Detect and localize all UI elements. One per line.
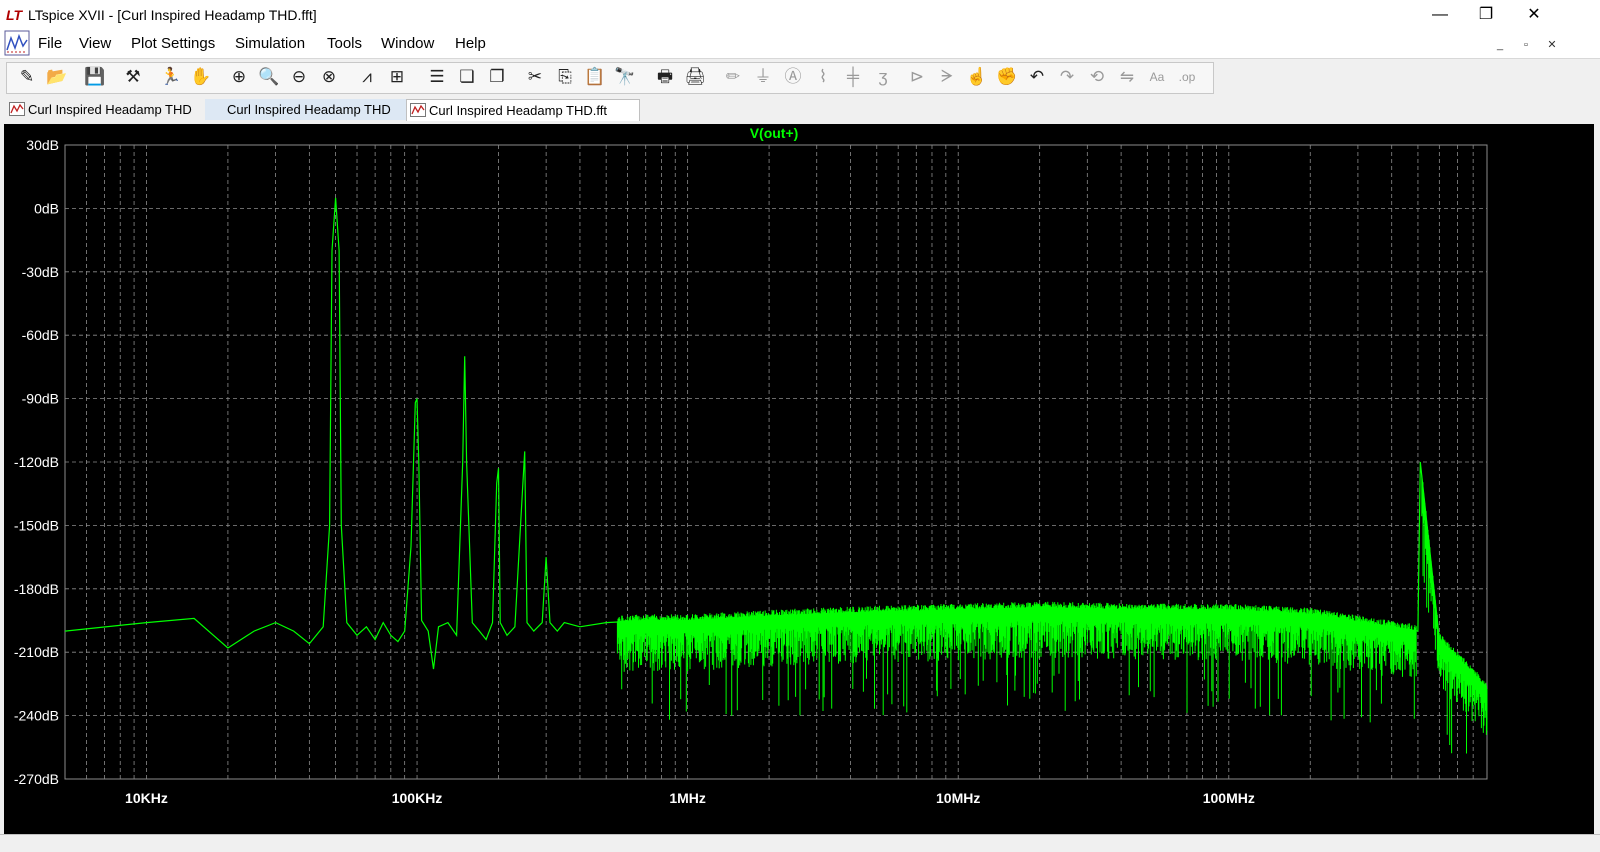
y-tick-label: -210dB [14, 644, 59, 660]
inductor-icon[interactable]: ʒ [870, 64, 896, 90]
zoom-in-icon[interactable]: ⊕ [226, 64, 252, 90]
trace-noise-floor [616, 475, 1488, 754]
y-tick-label: -270dB [14, 771, 59, 787]
menu-plot-settings[interactable]: Plot Settings [131, 35, 215, 52]
menu-simulation[interactable]: Simulation [235, 35, 305, 52]
tab-label: Curl Inspired Headamp THD [28, 102, 192, 117]
save-icon[interactable]: 💾 [82, 64, 108, 90]
menu-view[interactable]: View [79, 35, 111, 52]
zoom-cancel-icon[interactable]: ⊗ [316, 64, 342, 90]
x-tick-label: 100KHz [392, 790, 443, 806]
menu-tools[interactable]: Tools [327, 35, 362, 52]
spice-directive-icon[interactable]: .op [1174, 64, 1200, 90]
capacitor-icon[interactable]: ╪ [840, 64, 866, 90]
print-preview-icon[interactable]: 🖨 [682, 64, 708, 90]
y-tick-label: -240dB [14, 708, 59, 724]
manual-limits-icon[interactable]: ⊞ [384, 64, 410, 90]
text-icon[interactable]: Aa [1144, 64, 1170, 90]
tab-schematic[interactable]: Curl Inspired Headamp THD [6, 99, 224, 120]
y-tick-label: -60dB [22, 327, 59, 343]
close-button[interactable]: ✕ [1511, 0, 1557, 30]
waveform-icon [410, 103, 426, 117]
tab-fft[interactable]: Curl Inspired Headamp THD.fft [406, 99, 640, 121]
status-bar [0, 834, 1600, 852]
move-icon[interactable]: ☝ [964, 64, 990, 90]
x-tick-label: 1MHz [669, 790, 706, 806]
y-tick-label: -120dB [14, 454, 59, 470]
x-tick-label: 10KHz [125, 790, 168, 806]
new-schematic-icon[interactable]: ✎ [14, 64, 40, 90]
y-tick-label: -180dB [14, 581, 59, 597]
y-tick-label: -150dB [14, 517, 59, 533]
menu-file[interactable]: File [38, 35, 62, 52]
title-bar: LT LTspice XVII - [Curl Inspired Headamp… [0, 0, 1600, 30]
autorange-icon[interactable]: ⩘ [354, 64, 380, 90]
cascade-icon[interactable]: ❏ [454, 64, 480, 90]
y-tick-label: -90dB [22, 391, 59, 407]
tab-label: Curl Inspired Headamp THD [227, 102, 391, 117]
find-icon[interactable]: 🔭 [612, 64, 638, 90]
redo-icon[interactable]: ↷ [1054, 64, 1080, 90]
halt-icon[interactable]: ✋ [188, 64, 214, 90]
mdi-restore-button[interactable]: ▫ [1514, 36, 1538, 54]
mdi-close-button[interactable]: ✕ [1540, 36, 1564, 54]
menu-help[interactable]: Help [455, 35, 486, 52]
diode-icon[interactable]: ⊳ [904, 64, 930, 90]
window-title: LTspice XVII - [Curl Inspired Headamp TH… [28, 7, 317, 23]
drag-icon[interactable]: ✊ [994, 64, 1020, 90]
resistor-icon[interactable]: ⌇ [810, 64, 836, 90]
x-tick-label: 100MHz [1203, 790, 1255, 806]
cut-icon[interactable]: ✂ [522, 64, 548, 90]
mirror-icon[interactable]: ⇋ [1114, 64, 1140, 90]
ltspice-logo-icon: LT [6, 7, 23, 23]
trace-label-vout[interactable]: V(out+) [750, 125, 799, 141]
y-tick-label: -30dB [22, 264, 59, 280]
zoom-fit-icon[interactable]: 🔍 [256, 64, 282, 90]
draw-wire-icon[interactable]: ✏ [720, 64, 746, 90]
mdi-minimize-button[interactable]: _ [1488, 36, 1512, 54]
x-tick-label: 10MHz [936, 790, 980, 806]
tile-vertical-icon[interactable]: ❐ [484, 64, 510, 90]
run-icon[interactable]: 🏃 [158, 64, 184, 90]
plot-document-icon[interactable] [4, 30, 30, 56]
tab-schematic-copy[interactable]: Curl Inspired Headamp THD [205, 99, 425, 120]
label-net-icon[interactable]: Ⓐ [780, 64, 806, 90]
y-tick-label: 0dB [34, 200, 59, 216]
undo-icon[interactable]: ↶ [1024, 64, 1050, 90]
paste-icon[interactable]: 📋 [582, 64, 608, 90]
tab-label: Curl Inspired Headamp THD.fft [429, 103, 607, 118]
zoom-out-icon[interactable]: ⊖ [286, 64, 312, 90]
plot-pane[interactable]: 30dB 0dB -30dB -60dB -90dB -120dB -150dB -180dB… [4, 124, 1594, 834]
fft-plot[interactable]: 30dB 0dB -30dB -60dB -90dB -120dB -150dB -180dB… [4, 124, 1594, 834]
rotate-icon[interactable]: ⟲ [1084, 64, 1110, 90]
ground-icon[interactable]: ⏚ [750, 64, 776, 90]
minimize-button[interactable]: — [1417, 0, 1463, 30]
component-icon[interactable]: ᗒ [934, 64, 960, 90]
menu-window[interactable]: Window [381, 35, 434, 52]
print-icon[interactable]: 🖶 [652, 64, 678, 90]
y-tick-label: 30dB [26, 137, 59, 153]
copy-icon[interactable]: ⎘ [552, 64, 578, 90]
open-folder-icon[interactable]: 📂 [44, 64, 70, 90]
control-panel-icon[interactable]: ⚒ [120, 64, 146, 90]
waveform-icon [9, 102, 25, 116]
tile-horizontal-icon[interactable]: ☰ [424, 64, 450, 90]
restore-button[interactable]: ❐ [1463, 0, 1509, 30]
